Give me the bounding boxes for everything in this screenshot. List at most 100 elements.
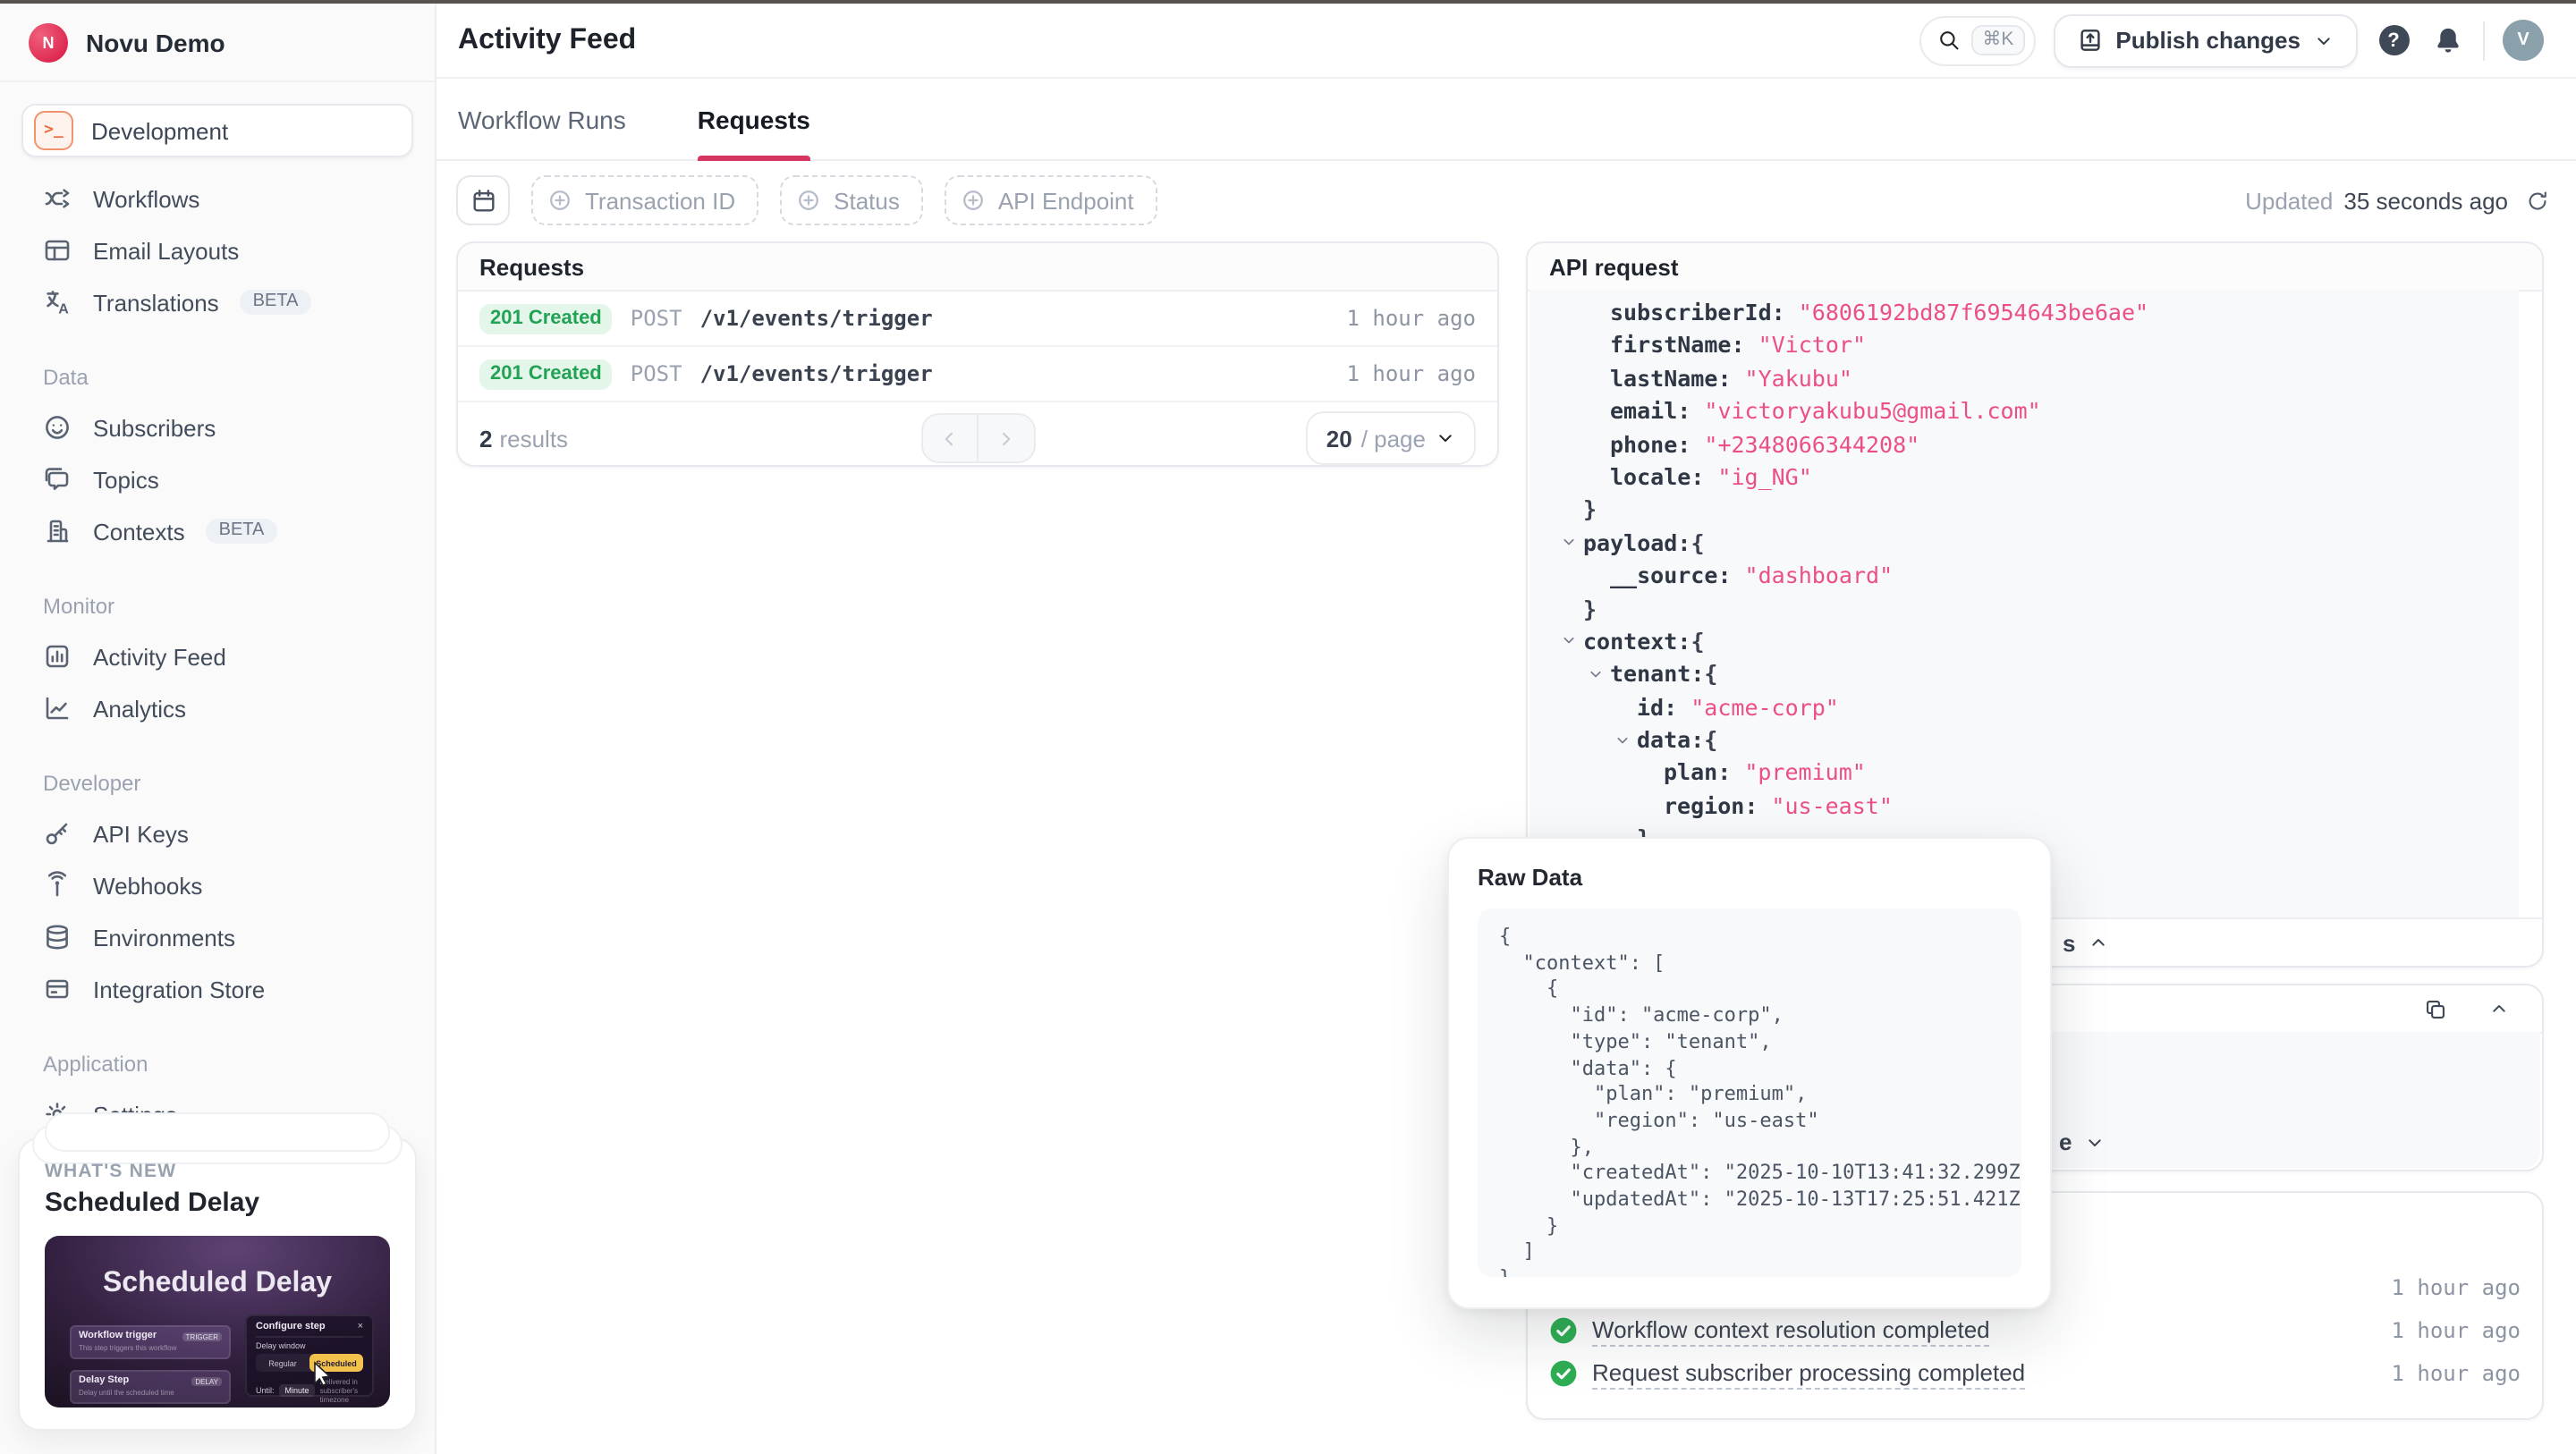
beta-badge: BETA [207,519,277,544]
request-path: /v1/events/trigger [700,361,933,386]
chevron-down-icon[interactable] [1614,731,1631,748]
sidebar-item-webhooks[interactable]: Webhooks [21,860,413,910]
bell-icon [2432,25,2462,55]
sidebar-item-label: Webhooks [93,872,202,899]
publish-changes-button[interactable]: Publish changes [2053,13,2358,67]
subscribers-icon [43,413,72,442]
webhooks-icon [43,871,72,900]
chevron-up-icon [2088,932,2109,953]
sidebar-item-api-keys[interactable]: API Keys [21,808,413,858]
json-line: context:{ [1530,626,2519,659]
org-switcher[interactable]: N Novu Demo [0,4,435,82]
whats-new-image[interactable]: Scheduled Delay Workflow triggerTRIGGER … [45,1236,390,1408]
prev-page-button[interactable] [922,415,978,461]
request-method: POST [631,306,682,331]
tab-requests[interactable]: Requests [698,79,810,159]
novu-logo: N [29,22,68,62]
requests-card: Requests 201 CreatedPOST/v1/events/trigg… [456,241,1499,467]
mini-configure-step-panel: Configure step× Delay window Regular Sch… [245,1315,374,1397]
json-line: region: "us-east" [1530,790,2519,824]
refresh-icon [2526,189,2549,212]
filter-api-endpoint[interactable]: API Endpoint [945,175,1157,225]
results-count: 2results [479,425,568,452]
status-badge: 201 Created [479,359,613,389]
copy-button[interactable] [2417,991,2453,1027]
sidebar-item-email-layouts[interactable]: Email Layouts [21,225,413,275]
requests-pagination: 2results 20 / page [458,402,1497,474]
sidebar-item-translations[interactable]: ATranslationsBETA [21,277,413,327]
date-filter-button[interactable] [456,175,510,225]
filter-status[interactable]: Status [780,175,923,225]
json-line: lastName: "Yakubu" [1530,363,2519,396]
mini-regular-button: Regular [256,1354,309,1372]
terminal-icon: >_ [34,111,73,150]
sidebar-item-label: Translations [93,289,219,316]
chevron-right-icon [994,427,1017,450]
log-time: 1 hour ago [2392,1318,2521,1343]
top-bar: Activity Feed ⌘K Publish changes ? V [436,4,2576,79]
chevron-up-icon [2488,998,2510,1019]
chevron-down-icon [1435,427,1456,449]
chevron-down-icon[interactable] [1560,632,1578,650]
search-button[interactable]: ⌘K [1919,15,2035,65]
raw-data-title: Raw Data [1478,864,2021,891]
refresh-button[interactable] [2526,189,2549,212]
collapsed-section-fragment[interactable]: s [2063,929,2109,956]
translations-icon: A [43,288,72,317]
json-line: tenant:{ [1530,659,2519,692]
sidebar-item-workflows[interactable]: Workflows [21,173,413,224]
log-label[interactable]: Request subscriber processing completed [1592,1358,2025,1389]
request-method: POST [631,361,682,386]
chevron-down-icon [2313,30,2334,51]
novu-logo-letter: N [43,33,55,51]
plus-circle-icon [961,188,986,213]
sidebar-item-analytics[interactable]: Analytics [21,683,413,733]
sidebar-item-activity-feed[interactable]: Activity Feed [21,631,413,681]
notifications-button[interactable] [2429,22,2465,58]
user-avatar[interactable]: V [2503,20,2544,61]
last-updated: Updated 35 seconds ago [2245,187,2549,214]
log-row: Request subscriber processing completed1… [1549,1352,2521,1395]
svg-text:A: A [58,301,69,317]
sidebar-item-topics[interactable]: Topics [21,454,413,504]
whats-new-card[interactable]: WHAT'S NEW Scheduled Delay Scheduled Del… [18,1137,417,1431]
app-window: N Novu Demo >_ Development Workflows Emai… [0,0,2576,1454]
request-time: 1 hour ago [1347,361,1477,386]
log-label[interactable]: Workflow context resolution completed [1592,1315,1990,1346]
api-request-json-viewer[interactable]: subscriberId: "6806192bd87f6954643be6ae"… [1530,290,2519,919]
raw-data-popover: Raw Data { "context": [ { "id": "acme-co… [1447,837,2052,1309]
plus-circle-icon [547,188,572,213]
filter-transaction-id[interactable]: Transaction ID [531,175,758,225]
environment-selector[interactable]: >_ Development [21,104,413,157]
analytics-icon [43,694,72,723]
sidebar-item-contexts[interactable]: ContextsBETA [21,506,413,556]
help-button[interactable]: ? [2376,22,2411,58]
sidebar-section-application: Application [21,1039,413,1089]
sidebar-item-label: Integration Store [93,976,265,1002]
raw-data-code-block: { "context": [ { "id": "acme-corp", "typ… [1478,909,2021,1277]
collapse-button[interactable] [2481,991,2517,1027]
page-size-select[interactable]: 20 / page [1307,411,1476,465]
collapsed-row-fragment[interactable]: e [2059,1129,2106,1155]
chevron-down-icon[interactable] [1587,665,1605,683]
mini-workflow-trigger-node: Workflow triggerTRIGGER This step trigge… [70,1325,231,1359]
sidebar-item-subscribers[interactable]: Subscribers [21,402,413,452]
tab-workflow-runs[interactable]: Workflow Runs [458,79,626,159]
plus-circle-icon [796,188,821,213]
api-request-title: API request [1528,243,2542,292]
search-icon [1937,29,1961,52]
next-page-button[interactable] [978,415,1033,461]
sidebar-item-integration-store[interactable]: Integration Store [21,964,413,1014]
json-line: id: "acme-corp" [1530,691,2519,724]
whats-new-eyebrow: WHAT'S NEW [45,1161,390,1182]
request-row[interactable]: 201 Created POST/v1/events/trigger 1 hour … [458,347,1497,402]
json-line: plan: "premium" [1530,757,2519,790]
request-row[interactable]: 201 CreatedPOST/v1/events/trigger1 hour … [458,292,1497,347]
chevron-down-icon[interactable] [1560,533,1578,551]
copy-icon [2423,997,2446,1020]
sidebar-item-environments[interactable]: Environments [21,912,413,962]
chevron-left-icon [937,427,961,450]
sidebar-item-label: Workflows [93,185,199,212]
mouse-cursor [313,1361,333,1386]
check-circle-icon [1549,1316,1578,1345]
